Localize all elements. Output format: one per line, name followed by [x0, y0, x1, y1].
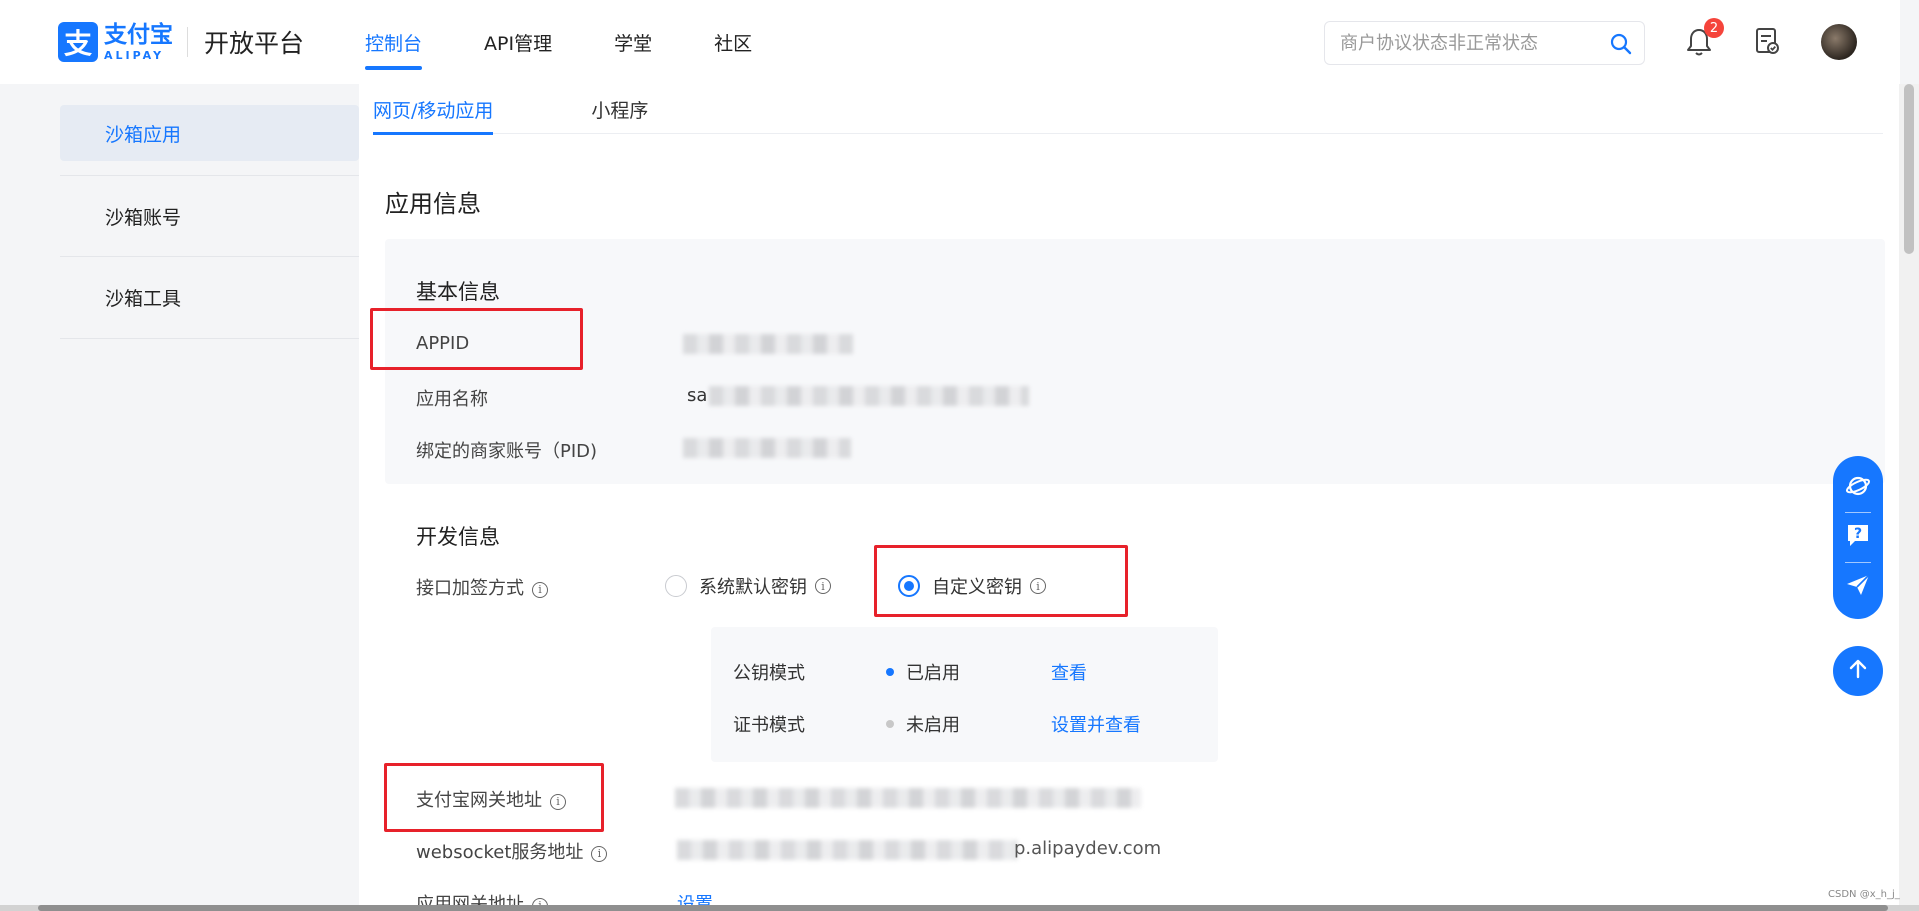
- sidebar-item-sandbox-account[interactable]: 沙箱账号: [60, 175, 359, 257]
- alipay-logo[interactable]: 支 支付宝 ALIPAY 开放平台: [58, 22, 304, 62]
- toolbar-divider: [1845, 512, 1871, 514]
- nav-item-community[interactable]: 社区: [714, 0, 752, 84]
- websocket-url-value-redacted: [677, 840, 1017, 860]
- gateway-url-value-redacted[interactable]: [675, 788, 1141, 808]
- radio-label: 系统默认密钥: [699, 577, 807, 598]
- setup-and-view-link[interactable]: 设置并查看: [1051, 711, 1141, 737]
- search-icon[interactable]: [1610, 33, 1632, 59]
- tab-mini-program[interactable]: 小程序: [591, 84, 648, 134]
- alipay-logo-icon: 支: [58, 22, 98, 62]
- pid-value-redacted[interactable]: [683, 438, 851, 458]
- info-icon[interactable]: i: [591, 845, 608, 862]
- info-icon[interactable]: i: [532, 897, 548, 905]
- logo-divider: [187, 27, 188, 57]
- status-text: 已启用: [906, 663, 960, 684]
- radio-button[interactable]: [665, 575, 687, 597]
- basic-info-heading: 基本信息: [416, 280, 500, 304]
- public-key-mode-row: 公钥模式 已启用 查看: [711, 651, 1218, 691]
- notification-count-badge: 2: [1704, 18, 1724, 38]
- annotation-box-custom-key: [874, 545, 1128, 617]
- nav-item-academy[interactable]: 学堂: [614, 0, 652, 84]
- send-feedback-icon[interactable]: [1845, 572, 1871, 602]
- pid-label: 绑定的商家账号（PID): [416, 441, 598, 462]
- horizontal-scroll-thumb[interactable]: [38, 905, 1888, 911]
- document-check-icon[interactable]: [1754, 26, 1780, 60]
- vertical-scroll-thumb[interactable]: [1904, 84, 1914, 254]
- nav-item-api[interactable]: API管理: [484, 0, 552, 84]
- mode-name: 证书模式: [733, 715, 805, 736]
- appid-value-redacted[interactable]: [683, 334, 853, 354]
- browser-viewport: 支 支付宝 ALIPAY 开放平台 控制台 API管理 学堂 社区 2: [0, 0, 1919, 911]
- vertical-scrollbar[interactable]: [1899, 84, 1919, 905]
- app-gateway-label-text: 应用网关地址: [416, 894, 524, 905]
- app-name-value: sa: [687, 385, 708, 406]
- back-to-top-button[interactable]: [1833, 646, 1883, 696]
- app-type-tabs: 网页/移动应用 小程序: [373, 84, 1883, 135]
- app-gateway-setup-link[interactable]: 设置: [677, 890, 713, 905]
- floating-toolbar: ?: [1833, 456, 1883, 619]
- planet-icon[interactable]: [1845, 473, 1871, 503]
- arrow-up-icon: [1846, 657, 1870, 685]
- basic-info-panel: 基本信息 APPID 应用名称 sa 绑定的商家账号（PID): [385, 239, 1885, 484]
- key-mode-panel: 公钥模式 已启用 查看 证书模式 未启用 设置并查看: [711, 627, 1218, 762]
- top-navigation-bar: 支 支付宝 ALIPAY 开放平台 控制台 API管理 学堂 社区 2: [0, 0, 1900, 84]
- watermark: CSDN @x_h_j_: [1828, 889, 1900, 900]
- mode-name: 公钥模式: [733, 663, 805, 684]
- status-text: 未启用: [906, 715, 960, 736]
- page-title: 应用信息: [385, 190, 481, 218]
- sign-method-label: 接口加签方式 i: [416, 574, 548, 600]
- websocket-url-label-text: websocket服务地址: [416, 842, 584, 863]
- app-gateway-label: 应用网关地址 i: [416, 890, 548, 905]
- horizontal-scrollbar[interactable]: [0, 905, 1919, 911]
- search-box: [1324, 21, 1645, 65]
- sidebar-item-sandbox-app[interactable]: 沙箱应用: [60, 105, 359, 161]
- annotation-box-appid: [370, 308, 583, 370]
- app-name-value-redacted: [709, 386, 1029, 406]
- help-question-icon[interactable]: ?: [1845, 522, 1871, 552]
- user-avatar[interactable]: [1821, 24, 1857, 60]
- sidebar-item-sandbox-tools[interactable]: 沙箱工具: [60, 257, 359, 339]
- view-link[interactable]: 查看: [1051, 659, 1087, 685]
- main-nav: 控制台 API管理 学堂 社区: [365, 0, 814, 84]
- sign-method-label-text: 接口加签方式: [416, 578, 524, 599]
- nav-item-console[interactable]: 控制台: [365, 0, 423, 84]
- platform-title: 开放平台: [204, 29, 305, 58]
- status-badge: 已启用: [886, 659, 960, 685]
- svg-text:?: ?: [1854, 526, 1862, 542]
- websocket-url-label: websocket服务地址 i: [416, 838, 608, 864]
- status-badge: 未启用: [886, 711, 960, 737]
- dev-info-heading: 开发信息: [416, 525, 500, 549]
- certificate-mode-row: 证书模式 未启用 设置并查看: [711, 703, 1218, 743]
- info-icon[interactable]: i: [815, 578, 831, 594]
- annotation-box-gateway: [384, 763, 604, 832]
- sidebar: 沙箱应用 沙箱账号 沙箱工具: [60, 84, 359, 339]
- toolbar-divider: [1845, 561, 1871, 563]
- logo-text-en: ALIPAY: [104, 48, 165, 62]
- tab-web-mobile-app[interactable]: 网页/移动应用: [373, 84, 494, 135]
- app-name-label: 应用名称: [416, 389, 488, 410]
- radio-system-default-key[interactable]: 系统默认密钥 i: [665, 573, 831, 599]
- status-dot: [886, 720, 894, 728]
- search-input[interactable]: [1340, 32, 1600, 54]
- status-dot: [886, 668, 894, 676]
- logo-text-cn: 支付宝: [104, 21, 173, 48]
- info-icon[interactable]: i: [532, 581, 548, 598]
- websocket-url-value-tail[interactable]: p.alipaydev.com: [1014, 838, 1161, 859]
